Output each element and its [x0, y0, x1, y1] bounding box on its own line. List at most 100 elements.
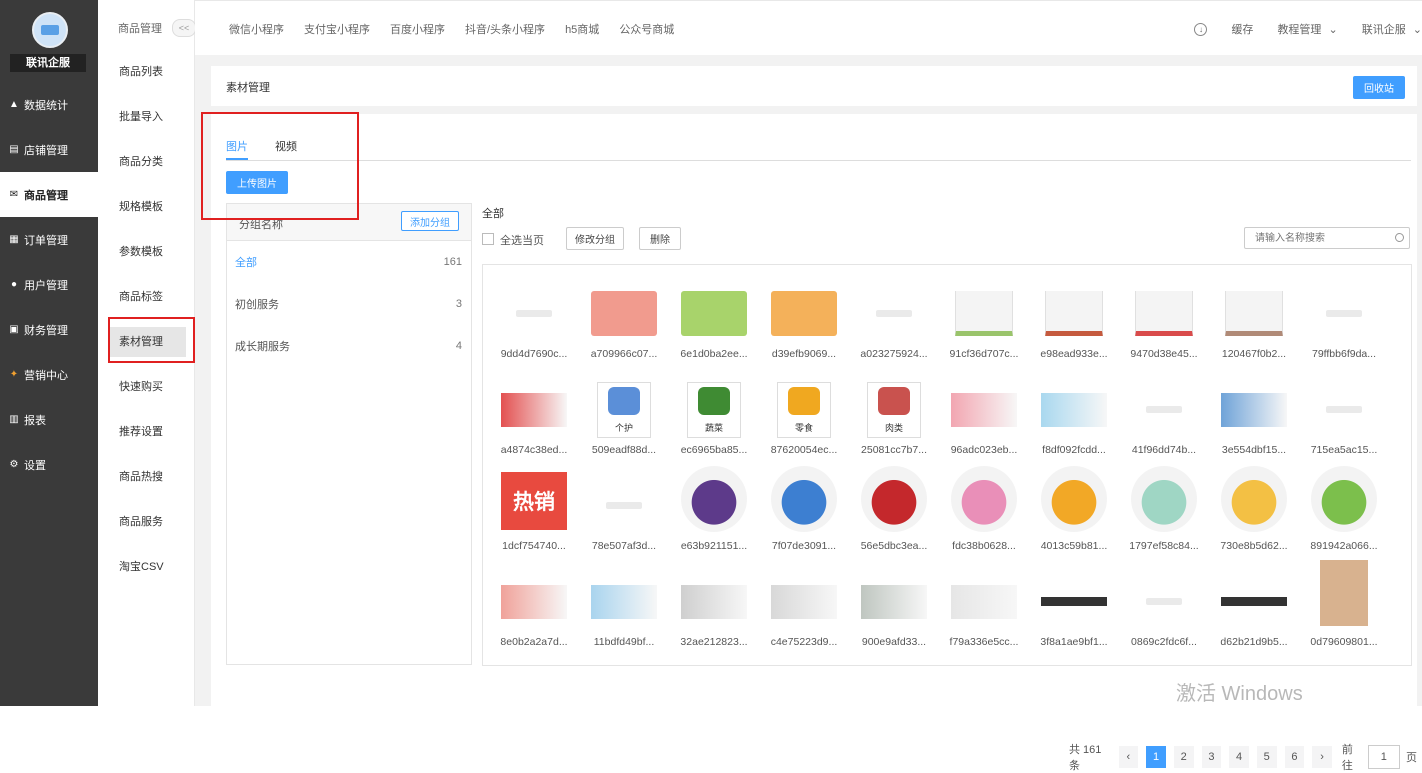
image-tile[interactable]: 120467f0b2... [1209, 277, 1299, 373]
image-tile[interactable]: 91cf36d707c... [939, 277, 1029, 373]
image-tile[interactable]: d39efb9069... [759, 277, 849, 373]
subnav-item[interactable]: 商品服务 [98, 500, 194, 545]
platform-tab[interactable]: 公众号商城 [619, 21, 674, 37]
image-thumbnail[interactable] [1311, 291, 1377, 336]
image-tile[interactable]: 41f96dd74b... [1119, 373, 1209, 469]
image-thumbnail[interactable] [591, 579, 657, 624]
image-thumbnail[interactable]: 肉类 [861, 381, 927, 439]
page-button[interactable]: 4 [1229, 746, 1249, 768]
image-tile[interactable]: 0869c2fdc6f... [1119, 565, 1209, 661]
image-thumbnail[interactable] [951, 291, 1017, 336]
image-tile[interactable]: 11bdfd49bf... [579, 565, 669, 661]
image-thumbnail[interactable] [681, 579, 747, 624]
image-thumbnail[interactable] [951, 387, 1017, 432]
image-thumbnail[interactable] [861, 465, 927, 532]
image-tile[interactable]: 4013c59b81... [1029, 465, 1119, 565]
image-thumbnail[interactable] [771, 291, 837, 336]
image-tile[interactable]: 9470d38e45... [1119, 277, 1209, 373]
goto-page-input[interactable]: 1 [1367, 745, 1400, 769]
image-thumbnail[interactable]: 蔬菜 [681, 381, 747, 439]
image-thumbnail[interactable] [681, 465, 747, 532]
search-input[interactable] [1244, 227, 1410, 249]
image-tile[interactable]: 79ffbb6f9da... [1299, 277, 1389, 373]
image-thumbnail[interactable] [771, 579, 837, 624]
image-tile[interactable]: e63b921151... [669, 465, 759, 565]
image-thumbnail[interactable] [1041, 291, 1107, 336]
subnav-item[interactable]: 商品分类 [98, 140, 194, 185]
image-thumbnail[interactable] [1131, 291, 1197, 336]
image-thumbnail[interactable] [1311, 387, 1377, 432]
image-thumbnail[interactable] [1131, 387, 1197, 432]
image-tile[interactable]: a023275924... [849, 277, 939, 373]
image-thumbnail[interactable] [1311, 465, 1377, 532]
image-thumbnail[interactable]: 零食 [771, 381, 837, 439]
page-button[interactable]: 5 [1256, 746, 1277, 768]
sidebar-item[interactable]: ▲ 数据统计 [0, 82, 98, 127]
sidebar-item[interactable]: ▣ 财务管理 [0, 307, 98, 352]
image-tile[interactable]: 9dd4d7690c... [489, 277, 579, 373]
sidebar-item[interactable]: ✦ 营销中心 [0, 352, 98, 397]
image-tile[interactable]: a709966c07... [579, 277, 669, 373]
image-thumbnail[interactable] [501, 291, 567, 336]
image-tile[interactable]: 32ae212823... [669, 565, 759, 661]
image-tile[interactable]: 78e507af3d... [579, 469, 669, 565]
subnav-item[interactable]: 商品列表 [98, 50, 194, 95]
image-thumbnail[interactable] [771, 465, 837, 532]
subnav-item[interactable]: 商品标签 [98, 275, 194, 320]
image-tile[interactable]: 热销 1dcf754740... [489, 469, 579, 565]
sidebar-item[interactable]: ✉ 商品管理 [0, 172, 98, 217]
image-tile[interactable]: d62b21d9b5... [1209, 565, 1299, 661]
image-tile[interactable]: e98ead933e... [1029, 277, 1119, 373]
group-item[interactable]: 成长期服务 4 [227, 325, 471, 367]
group-item[interactable]: 初创服务 3 [227, 283, 471, 325]
page-button[interactable]: 6 [1284, 746, 1305, 768]
image-thumbnail[interactable]: 个护 [591, 381, 657, 439]
image-thumbnail[interactable] [1311, 559, 1377, 626]
image-thumbnail[interactable] [1041, 579, 1107, 624]
image-tile[interactable]: f8df092fcdd... [1029, 373, 1119, 469]
subnav-item[interactable]: 快速购买 [98, 365, 194, 410]
page-button[interactable]: 3 [1201, 746, 1222, 768]
image-thumbnail[interactable]: 热销 [501, 471, 567, 530]
sidebar-item[interactable]: ▤ 店铺管理 [0, 127, 98, 172]
image-tile[interactable]: 蔬菜 ec6965ba85... [669, 373, 759, 469]
sidebar-item[interactable]: ● 用户管理 [0, 262, 98, 307]
image-thumbnail[interactable] [501, 387, 567, 432]
platform-tab[interactable]: h5商城 [565, 21, 599, 37]
platform-tab[interactable]: 微信小程序 [229, 21, 284, 37]
sidebar-item[interactable]: ▦ 订单管理 [0, 217, 98, 262]
select-all-label[interactable]: 全选当页 [500, 232, 544, 248]
next-page-button[interactable]: › [1312, 746, 1332, 768]
sidebar-item[interactable]: ⚙ 设置 [0, 442, 98, 487]
image-thumbnail[interactable] [591, 483, 657, 528]
image-tile[interactable]: a4874c38ed... [489, 373, 579, 469]
image-tile[interactable]: 3e554dbf15... [1209, 373, 1299, 469]
image-tile[interactable]: 6e1d0ba2ee... [669, 277, 759, 373]
subnav-item[interactable]: 参数模板 [98, 230, 194, 275]
image-thumbnail[interactable] [1221, 387, 1287, 432]
cache-link[interactable]: 缓存 [1231, 21, 1253, 37]
logo[interactable] [32, 12, 68, 48]
image-thumbnail[interactable] [1131, 465, 1197, 532]
image-thumbnail[interactable] [951, 579, 1017, 624]
image-tile[interactable]: 56e5dbc3ea... [849, 465, 939, 565]
user-menu[interactable]: 联讯企服 ⌄ [1362, 21, 1422, 37]
image-tile[interactable]: 7f07de3091... [759, 465, 849, 565]
platform-tab[interactable]: 百度小程序 [390, 21, 445, 37]
image-tile[interactable]: 900e9afd33... [849, 565, 939, 661]
image-tile[interactable]: 个护 509eadf88d... [579, 373, 669, 469]
tutorial-menu[interactable]: 教程管理 ⌄ [1277, 21, 1337, 37]
subnav-item[interactable]: 推荐设置 [98, 410, 194, 455]
image-thumbnail[interactable] [1221, 579, 1287, 624]
image-tile[interactable]: fdc38b0628... [939, 465, 1029, 565]
page-button[interactable]: 1 [1146, 746, 1166, 768]
image-thumbnail[interactable] [1221, 465, 1287, 532]
image-tile[interactable]: 730e8b5d62... [1209, 465, 1299, 565]
platform-tab[interactable]: 抖音/头条小程序 [465, 21, 545, 37]
image-thumbnail[interactable] [1221, 291, 1287, 336]
image-thumbnail[interactable] [591, 291, 657, 336]
download-icon[interactable]: ↓ [1194, 22, 1208, 36]
image-tile[interactable]: 8e0b2a2a7d... [489, 565, 579, 661]
image-tile[interactable]: f79a336e5cc... [939, 565, 1029, 661]
subnav-item[interactable]: 批量导入 [98, 95, 194, 140]
